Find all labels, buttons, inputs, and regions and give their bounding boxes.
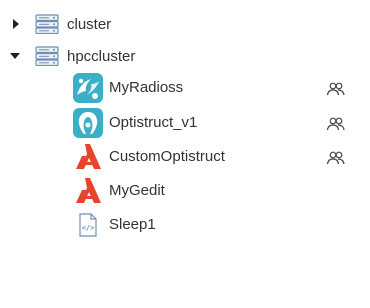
tree-node-label: MyRadioss: [109, 79, 184, 96]
tree-node-label: hpccluster: [67, 48, 136, 65]
altair-logo-icon: [73, 176, 103, 206]
shared-users-icon: [326, 151, 346, 165]
application-tree: cluster hpccluster MyRadioss Optistruct_…: [0, 0, 370, 308]
tree-node-app-optistruct-v1[interactable]: Optistruct_v1: [0, 107, 370, 139]
optistruct-icon: [73, 108, 103, 138]
tree-node-label: Optistruct_v1: [109, 114, 198, 131]
shared-users-icon: [326, 82, 346, 96]
tree-node-label: Sleep1: [109, 216, 156, 233]
radioss-icon: [73, 73, 103, 103]
tree-node-app-myradioss[interactable]: MyRadioss: [0, 72, 370, 104]
script-file-icon: </>: [76, 213, 100, 237]
tree-node-label: CustomOptistruct: [109, 148, 225, 165]
tree-node-hpccluster[interactable]: hpccluster: [0, 40, 370, 72]
server-icon: [35, 46, 59, 67]
shared-users-icon: [326, 117, 346, 131]
tree-node-app-sleep1[interactable]: </> Sleep1: [0, 209, 370, 241]
server-icon: [35, 14, 59, 35]
collapse-arrow-icon[interactable]: [10, 51, 20, 61]
svg-text:</>: </>: [82, 224, 95, 232]
tree-node-app-customoptistruct[interactable]: CustomOptistruct: [0, 141, 370, 173]
tree-node-cluster[interactable]: cluster: [0, 8, 370, 40]
altair-logo-icon: [73, 142, 103, 172]
tree-node-app-mygedit[interactable]: MyGedit: [0, 175, 370, 207]
expand-arrow-icon[interactable]: [11, 19, 21, 29]
tree-node-label: cluster: [67, 16, 112, 33]
tree-node-label: MyGedit: [109, 182, 165, 199]
